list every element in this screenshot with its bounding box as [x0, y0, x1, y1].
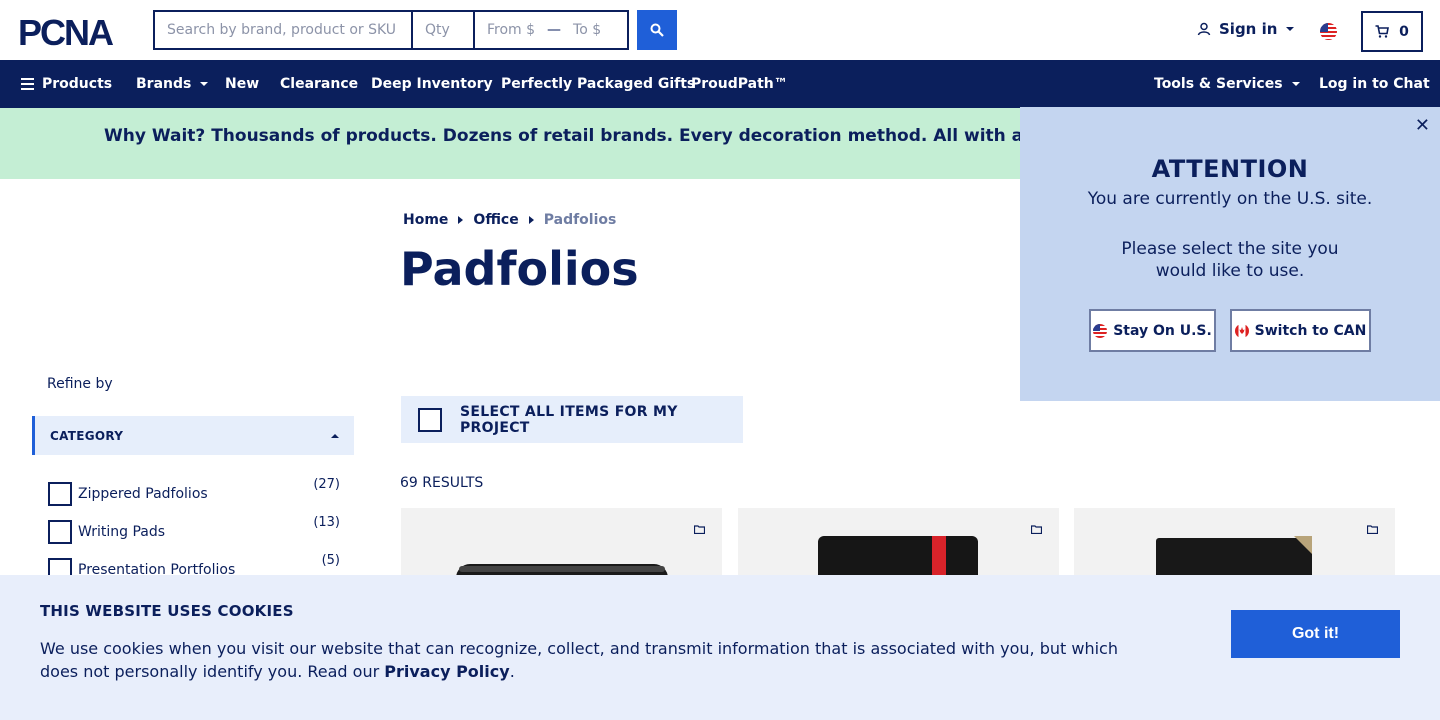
checkbox[interactable]	[48, 482, 72, 506]
refine-label: Refine by	[47, 376, 113, 392]
nav-deep-inventory[interactable]: Deep Inventory	[371, 60, 493, 108]
nav-gifts[interactable]: Perfectly Packaged Gifts	[501, 60, 695, 108]
category-option[interactable]: Zippered Padfolios (27)	[48, 477, 340, 507]
sign-in-label: Sign in	[1219, 20, 1278, 38]
user-icon	[1197, 22, 1211, 36]
attention-prompt-line2: would like to use.	[1155, 261, 1305, 281]
select-all-project[interactable]: SELECT ALL ITEMS FOR MY PROJECT	[401, 396, 743, 443]
nav-new[interactable]: New	[225, 60, 259, 108]
svg-text:PCNA: PCNA	[18, 14, 114, 50]
breadcrumb-current: Padfolios	[543, 212, 617, 228]
folder-icon[interactable]	[1031, 525, 1042, 534]
cart-button[interactable]: 0	[1361, 11, 1423, 52]
us-flag-icon[interactable]	[1320, 23, 1337, 40]
nav-chat-login[interactable]: Log in to Chat	[1319, 60, 1430, 108]
breadcrumb-home[interactable]: Home	[403, 212, 448, 228]
price-from-label: From $	[487, 22, 536, 38]
cart-icon	[1375, 25, 1390, 38]
canada-flag-icon	[1234, 323, 1249, 338]
price-range-input[interactable]: From $ — To $	[473, 10, 629, 50]
breadcrumb: Home Office Padfolios	[403, 212, 616, 228]
search-icon	[650, 23, 664, 37]
category-option[interactable]: Writing Pads (13)	[48, 515, 340, 545]
results-count: 69 RESULTS	[400, 475, 484, 491]
nav-tools-services[interactable]: Tools & Services	[1154, 60, 1301, 108]
site-selector-dialog: ✕ ATTENTION You are currently on the U.S…	[1020, 107, 1440, 401]
page-title: Padfolios	[400, 242, 639, 296]
category-count: (27)	[313, 477, 340, 492]
nav-brands[interactable]: Brands	[136, 60, 209, 108]
qty-input[interactable]	[411, 10, 473, 50]
select-all-checkbox[interactable]	[418, 407, 442, 432]
sign-in-menu[interactable]: Sign in	[1197, 20, 1295, 38]
category-count: (5)	[321, 553, 340, 568]
attention-title: ATTENTION	[1151, 155, 1309, 183]
nav-brands-label: Brands	[136, 76, 192, 92]
folder-icon[interactable]	[1367, 525, 1378, 534]
caret-right-icon	[528, 216, 534, 224]
nav-products[interactable]: Products	[21, 60, 112, 108]
category-filter-header[interactable]: CATEGORY	[32, 416, 354, 455]
search-button[interactable]	[637, 10, 677, 50]
switch-to-can-button[interactable]: Switch to CAN	[1230, 309, 1371, 352]
select-all-label: SELECT ALL ITEMS FOR MY PROJECT	[460, 403, 678, 436]
price-to-label: To $	[573, 22, 602, 38]
nav-tools-label: Tools & Services	[1154, 76, 1283, 92]
site-header: PCNA From $ — To $ Sign in	[0, 0, 1440, 60]
checkbox[interactable]	[48, 520, 72, 544]
promo-text[interactable]: Why Wait? Thousands of products. Dozens …	[104, 126, 1115, 146]
category-label: Writing Pads	[78, 524, 166, 540]
accept-cookies-button[interactable]: Got it!	[1231, 610, 1400, 658]
privacy-policy-link[interactable]: Privacy Policy	[384, 662, 509, 681]
category-header-label: CATEGORY	[50, 428, 124, 443]
category-label: Zippered Padfolios	[78, 486, 208, 502]
chevron-down-icon	[200, 82, 209, 86]
main-nav: Products Brands New Clearance Deep Inven…	[0, 60, 1440, 108]
stay-on-us-button[interactable]: Stay On U.S.	[1089, 309, 1216, 352]
folder-icon[interactable]	[694, 525, 705, 534]
pcna-logo[interactable]: PCNA	[18, 14, 138, 50]
attention-message: You are currently on the U.S. site.	[1087, 189, 1373, 209]
cookie-title: THIS WEBSITE USES COOKIES	[40, 602, 294, 620]
switch-to-can-label: Switch to CAN	[1254, 322, 1367, 339]
cookie-body: We use cookies when you visit our websit…	[40, 639, 1118, 681]
attention-prompt-line1: Please select the site you	[1121, 239, 1339, 259]
search-input[interactable]	[153, 10, 411, 50]
chevron-down-icon	[1286, 27, 1295, 31]
nav-products-label: Products	[42, 76, 113, 92]
cookie-period: .	[509, 662, 515, 681]
chevron-down-icon	[1291, 82, 1300, 86]
close-icon[interactable]: ✕	[1415, 115, 1430, 136]
stay-on-us-label: Stay On U.S.	[1113, 322, 1212, 339]
breadcrumb-office[interactable]: Office	[473, 212, 518, 228]
caret-right-icon	[458, 216, 464, 224]
nav-proudpath[interactable]: ProudPath™	[691, 60, 788, 108]
us-flag-icon	[1093, 323, 1108, 338]
chevron-up-icon	[331, 433, 339, 438]
price-dash: —	[547, 22, 562, 38]
nav-clearance[interactable]: Clearance	[280, 60, 358, 108]
cart-count: 0	[1399, 23, 1409, 40]
category-count: (13)	[313, 515, 340, 530]
search-bar: From $ — To $	[153, 10, 677, 50]
cookie-banner: THIS WEBSITE USES COOKIES We use cookies…	[0, 575, 1440, 720]
cookie-message: We use cookies when you visit our websit…	[40, 637, 1150, 683]
hamburger-icon	[21, 78, 34, 90]
